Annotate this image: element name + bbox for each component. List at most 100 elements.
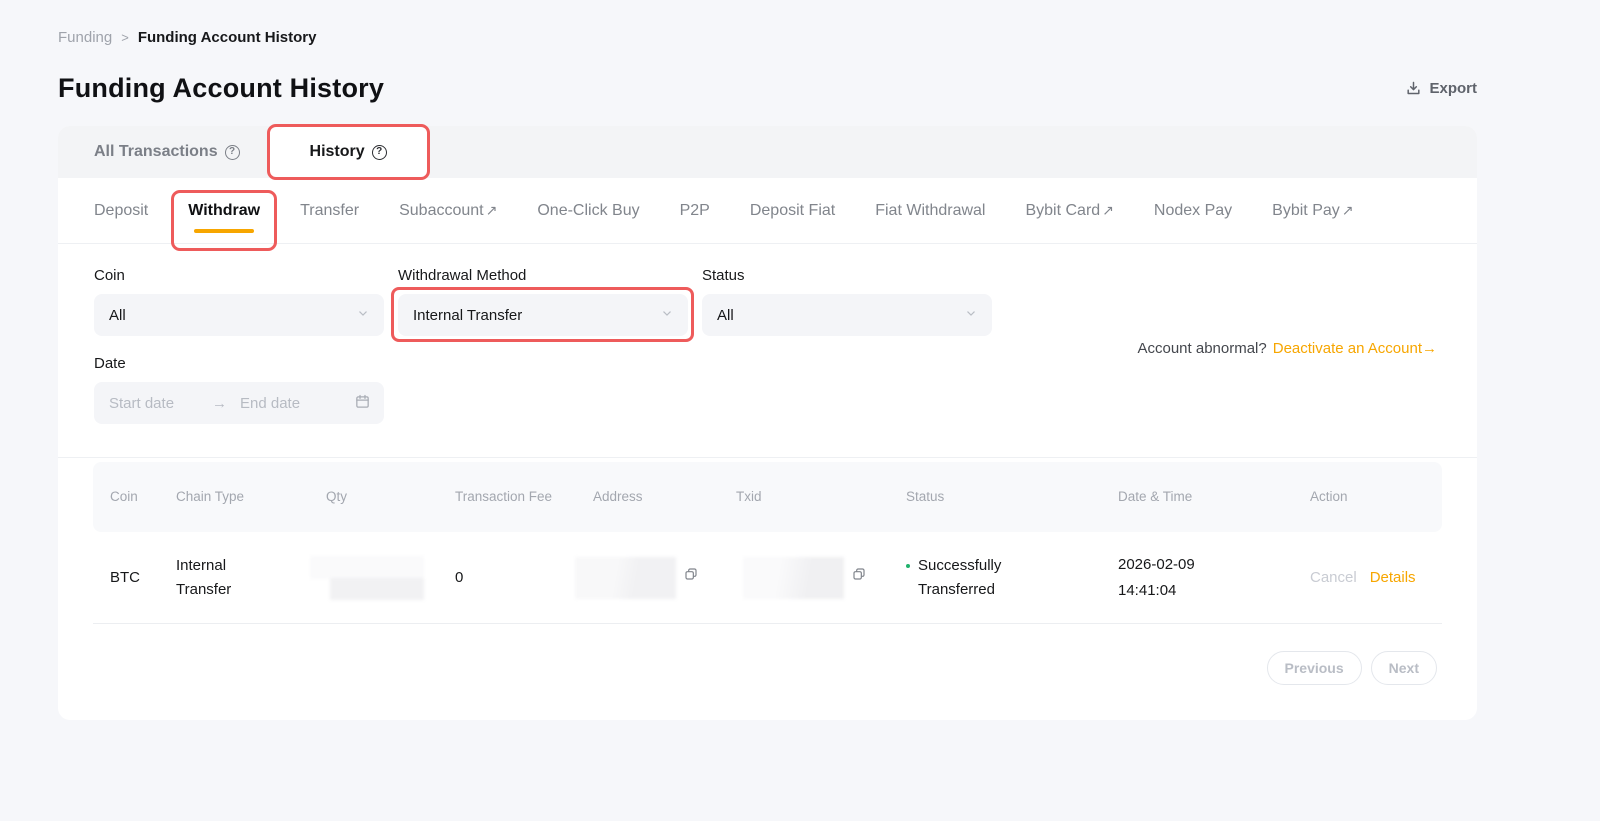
subtab-nodex-pay[interactable]: Nodex Pay: [1154, 202, 1232, 220]
details-action[interactable]: Details: [1370, 566, 1416, 590]
start-date-input[interactable]: Start date: [109, 395, 212, 412]
tabstrip: All Transactions History: [58, 126, 1477, 178]
cell-chain-type: Internal Transfer: [176, 554, 266, 602]
export-button[interactable]: Export: [1405, 80, 1477, 97]
redacted-address-block: [575, 557, 676, 599]
tab-history[interactable]: History: [270, 126, 427, 178]
previous-page-button[interactable]: Previous: [1267, 651, 1362, 685]
cell-date-time: 2026-02-09 14:41:04: [1118, 552, 1310, 604]
table-row: BTC Internal Transfer 0: [93, 532, 1442, 624]
subtab-bybit-pay[interactable]: Bybit Pay↗: [1272, 202, 1353, 220]
cancel-action: Cancel: [1310, 566, 1357, 590]
subtab-label: Bybit Pay: [1272, 202, 1340, 219]
coin-filter-label: Coin: [94, 267, 384, 284]
column-header-action: Action: [1310, 487, 1442, 507]
pagination: Previous Next: [93, 624, 1442, 685]
next-page-button[interactable]: Next: [1371, 651, 1437, 685]
annotation-box-withdraw-tab: [171, 190, 277, 251]
page-title: Funding Account History: [58, 73, 384, 104]
subtab-label: Withdraw: [188, 202, 260, 219]
calendar-icon[interactable]: [354, 393, 371, 414]
status-dot-icon: [906, 564, 910, 568]
column-header-qty: Qty: [326, 487, 455, 507]
external-link-icon: ↗: [486, 202, 498, 218]
range-arrow-icon: →: [212, 395, 240, 412]
column-header-status: Status: [906, 487, 1118, 507]
cell-action: Cancel Details: [1310, 566, 1442, 590]
copy-icon[interactable]: [851, 566, 867, 590]
copy-icon[interactable]: [683, 566, 699, 590]
subtab-label: Fiat Withdrawal: [875, 202, 985, 219]
subtab-p2p[interactable]: P2P: [680, 202, 710, 220]
status-filter-label: Status: [702, 267, 992, 284]
coin-select-value: All: [109, 307, 126, 324]
withdrawal-table: Coin Chain Type Qty Transaction Fee Addr…: [58, 458, 1477, 685]
status-select-value: All: [717, 307, 734, 324]
column-header-date-time: Date & Time: [1118, 487, 1310, 507]
date-value: 2026-02-09: [1118, 552, 1310, 578]
column-header-transaction-fee: Transaction Fee: [455, 487, 593, 507]
redacted-txid-block: [743, 557, 844, 599]
breadcrumb-current: Funding Account History: [138, 29, 317, 46]
subtab-label: Bybit Card: [1025, 202, 1100, 219]
arrow-right-icon: →: [1422, 340, 1437, 357]
withdrawal-method-select[interactable]: Internal Transfer: [398, 294, 688, 336]
date-range-picker[interactable]: Start date → End date: [94, 382, 384, 424]
deactivate-account-label: Deactivate an Account: [1273, 340, 1422, 357]
deactivate-account-link[interactable]: Deactivate an Account→: [1273, 340, 1437, 357]
subtab-transfer[interactable]: Transfer: [300, 202, 359, 220]
table-header-row: Coin Chain Type Qty Transaction Fee Addr…: [93, 462, 1442, 532]
column-header-chain-type: Chain Type: [176, 487, 326, 507]
active-tab-underline: [194, 229, 254, 233]
subtab-bybit-card[interactable]: Bybit Card↗: [1025, 202, 1113, 220]
column-header-txid: Txid: [736, 487, 906, 507]
cell-address: [593, 557, 736, 599]
breadcrumb: Funding > Funding Account History: [58, 0, 1477, 46]
tab-all-transactions[interactable]: All Transactions: [94, 126, 240, 178]
column-header-address: Address: [593, 487, 736, 507]
export-label: Export: [1429, 80, 1477, 97]
account-abnormal-text: Account abnormal?: [1137, 340, 1266, 357]
account-abnormal-row: Account abnormal? Deactivate an Account→: [1137, 340, 1437, 357]
subtab-label: Deposit Fiat: [750, 202, 835, 219]
subtab-withdraw[interactable]: Withdraw: [188, 202, 260, 220]
tab-history-label: History: [310, 143, 365, 161]
chevron-down-icon: [356, 306, 370, 324]
tab-all-transactions-label: All Transactions: [94, 143, 218, 161]
date-filter-label: Date: [94, 355, 384, 372]
withdrawal-method-label: Withdrawal Method: [398, 267, 688, 284]
redacted-qty-block: [310, 556, 424, 600]
help-icon[interactable]: [225, 145, 240, 160]
subtab-label: Nodex Pay: [1154, 202, 1232, 219]
subtab-deposit[interactable]: Deposit: [94, 202, 148, 220]
chevron-down-icon: [660, 306, 674, 324]
cell-status: Successfully Transferred: [906, 554, 1031, 602]
history-card: All Transactions History Deposit Withdra…: [58, 126, 1477, 720]
subtab-subaccount[interactable]: Subaccount↗: [399, 202, 497, 220]
subtabs: Deposit Withdraw Transfer Subaccount↗ On…: [58, 178, 1477, 244]
download-icon: [1405, 80, 1422, 97]
withdrawal-method-value: Internal Transfer: [413, 307, 522, 324]
cell-qty: [326, 556, 455, 600]
subtab-deposit-fiat[interactable]: Deposit Fiat: [750, 202, 835, 220]
cell-coin: BTC: [110, 566, 176, 590]
subtab-label: P2P: [680, 202, 710, 219]
help-icon[interactable]: [372, 145, 387, 160]
filters-section: Coin All Withdrawal Method Internal Tran…: [58, 244, 1477, 458]
external-link-icon: ↗: [1342, 202, 1354, 218]
status-text: Successfully Transferred: [918, 554, 1031, 602]
cell-txid: [736, 557, 906, 599]
breadcrumb-funding[interactable]: Funding: [58, 29, 112, 46]
coin-select[interactable]: All: [94, 294, 384, 336]
column-header-coin: Coin: [110, 487, 176, 507]
subtab-one-click-buy[interactable]: One-Click Buy: [537, 202, 639, 220]
status-select[interactable]: All: [702, 294, 992, 336]
subtab-label: Transfer: [300, 202, 359, 219]
end-date-input[interactable]: End date: [240, 395, 354, 412]
subtab-label: One-Click Buy: [537, 202, 639, 219]
chevron-down-icon: [964, 306, 978, 324]
cell-transaction-fee: 0: [455, 566, 593, 590]
external-link-icon: ↗: [1102, 202, 1114, 218]
subtab-fiat-withdrawal[interactable]: Fiat Withdrawal: [875, 202, 985, 220]
subtab-label: Subaccount: [399, 202, 484, 219]
